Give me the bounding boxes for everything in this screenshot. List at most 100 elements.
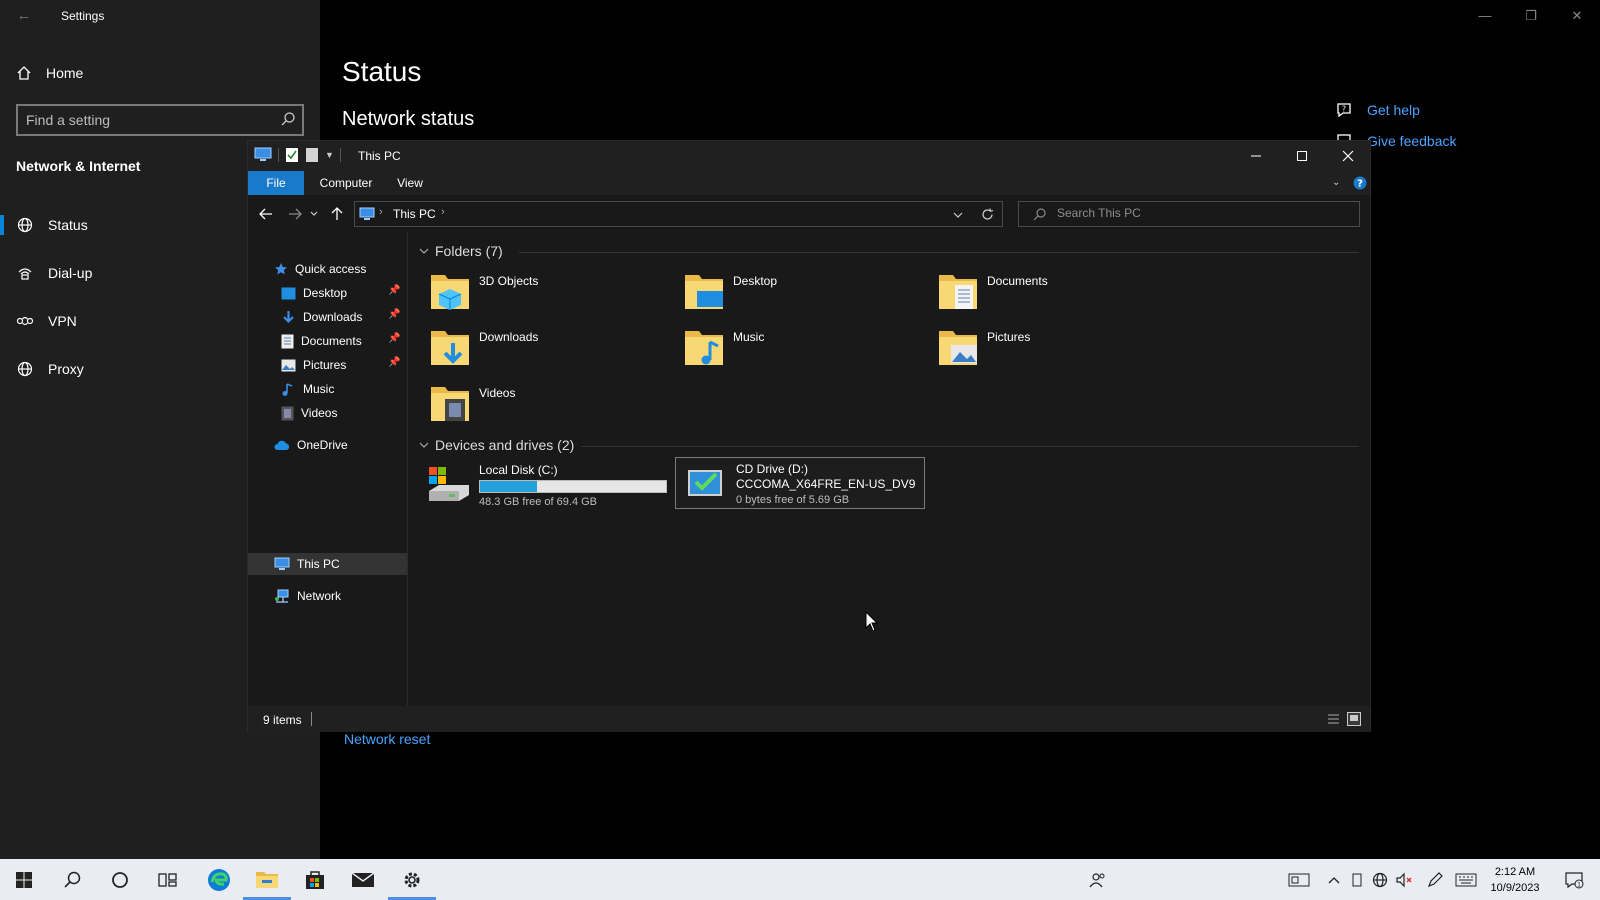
help-icon[interactable]: ? xyxy=(1353,176,1367,190)
minimize-icon xyxy=(1251,155,1261,157)
breadcrumb-chevron-icon[interactable]: › xyxy=(379,206,383,218)
tree-item-label: Downloads xyxy=(303,310,363,324)
action-center-button[interactable]: 1 xyxy=(1557,859,1591,900)
tree-item-label: Desktop xyxy=(303,286,348,300)
home-label: Home xyxy=(46,65,84,81)
keyboard-layout-icon xyxy=(1288,873,1310,886)
tab-computer[interactable]: Computer xyxy=(310,171,382,195)
drive-tile-cd-drive-d[interactable]: CD Drive (D:) CCCOMA_X64FRE_EN-US_DV9 0 … xyxy=(675,457,925,509)
address-history-chevron-icon[interactable] xyxy=(953,212,963,218)
back-arrow-icon xyxy=(259,208,272,220)
taskbar-file-explorer[interactable] xyxy=(243,859,291,900)
start-button[interactable] xyxy=(0,859,48,900)
explorer-close-button[interactable] xyxy=(1325,141,1371,171)
folder-tile-downloads[interactable]: Downloads xyxy=(419,321,659,371)
up-button[interactable] xyxy=(327,205,347,223)
recent-locations-button[interactable] xyxy=(307,205,321,223)
forward-button[interactable] xyxy=(285,205,305,223)
back-arrow-icon[interactable]: ← xyxy=(14,6,34,26)
touch-keyboard-button[interactable] xyxy=(1453,859,1479,900)
search-icon[interactable] xyxy=(280,111,296,127)
nav-item-label: VPN xyxy=(48,313,77,329)
folder-tile-desktop[interactable]: Desktop xyxy=(673,265,913,315)
chevron-down-icon xyxy=(310,211,318,216)
network-tray-button[interactable] xyxy=(1370,859,1390,900)
tree-item-network[interactable]: Network xyxy=(274,585,341,607)
tree-item-desktop[interactable]: Desktop xyxy=(281,282,347,304)
mail-icon xyxy=(351,871,375,887)
taskbar-mail[interactable] xyxy=(339,859,387,900)
chevron-up-icon xyxy=(1328,876,1340,883)
breadcrumb-chevron-icon[interactable]: › xyxy=(441,206,445,218)
refresh-icon[interactable] xyxy=(981,208,994,221)
tree-item-music[interactable]: Music xyxy=(281,378,334,400)
input-indicator[interactable] xyxy=(1286,859,1312,900)
explorer-search-input[interactable] xyxy=(1057,206,1337,220)
this-pc-icon xyxy=(274,557,290,570)
tree-item-videos[interactable]: Videos xyxy=(281,402,337,424)
taskbar-search-button[interactable] xyxy=(48,859,96,900)
folder-tile-videos[interactable]: Videos xyxy=(419,377,659,427)
details-view-icon[interactable] xyxy=(1327,713,1340,725)
explorer-maximize-button[interactable] xyxy=(1279,141,1325,171)
new-folder-icon[interactable] xyxy=(305,147,319,163)
find-setting-search[interactable] xyxy=(16,104,304,136)
folder-tile-3d-objects[interactable]: 3D Objects xyxy=(419,265,659,315)
settings-restore-button[interactable]: ❐ xyxy=(1519,6,1543,26)
tree-item-documents[interactable]: Documents xyxy=(281,330,362,352)
folders-group-label: Folders (7) xyxy=(435,243,503,259)
this-pc-icon xyxy=(254,147,272,161)
store-icon xyxy=(306,870,324,889)
properties-icon[interactable] xyxy=(285,147,299,163)
get-help-link[interactable]: ? Get help xyxy=(1335,101,1420,119)
explorer-search-box[interactable] xyxy=(1018,201,1360,227)
file-explorer-icon xyxy=(256,871,278,888)
network-reset-link[interactable]: Network reset xyxy=(344,731,430,747)
folder-tile-documents[interactable]: Documents xyxy=(927,265,1167,315)
breadcrumb-this-pc[interactable]: This PC xyxy=(393,207,436,221)
settings-titlebar: ← Settings — ❐ ✕ xyxy=(0,0,1600,32)
volume-tray-button[interactable] xyxy=(1394,859,1414,900)
pictures-folder-icon xyxy=(939,331,977,365)
people-icon xyxy=(1089,872,1105,887)
search-icon xyxy=(64,871,81,888)
taskbar-edge[interactable] xyxy=(195,859,243,900)
tab-view[interactable]: View xyxy=(388,171,432,195)
explorer-minimize-button[interactable] xyxy=(1233,141,1279,171)
tray-device[interactable] xyxy=(1348,859,1366,900)
find-setting-input[interactable] xyxy=(26,111,266,129)
task-view-button[interactable] xyxy=(144,859,192,900)
expand-ribbon-chevron-icon[interactable]: ⌄ xyxy=(1332,177,1340,188)
drives-group-header[interactable]: Devices and drives (2) xyxy=(419,437,574,453)
folder-tile-music[interactable]: Music xyxy=(673,321,913,371)
taskbar-clock[interactable]: 2:12 AM 10/9/2023 xyxy=(1478,864,1552,896)
drive-tile-local-disk-c[interactable]: Local Disk (C:) 48.3 GB free of 69.4 GB xyxy=(419,459,669,511)
back-button[interactable] xyxy=(256,205,276,223)
settings-close-button[interactable]: ✕ xyxy=(1565,6,1589,26)
tree-item-label: Documents xyxy=(301,334,362,348)
settings-home-link[interactable]: Home xyxy=(16,62,83,84)
settings-minimize-button[interactable]: — xyxy=(1473,6,1497,26)
taskbar-settings[interactable] xyxy=(388,859,436,900)
nav-item-label: Proxy xyxy=(48,361,84,377)
onedrive-cloud-icon xyxy=(274,440,290,450)
people-button[interactable] xyxy=(1086,859,1110,900)
videos-folder-icon xyxy=(431,387,469,421)
folders-group-header[interactable]: Folders (7) xyxy=(419,243,503,259)
tab-file[interactable]: File xyxy=(248,171,304,195)
customize-toolbar-chevron-icon[interactable]: ▼ xyxy=(325,150,334,160)
large-icons-view-icon[interactable] xyxy=(1347,712,1361,726)
tree-item-this-pc[interactable]: This PC xyxy=(274,553,340,575)
pen-workspace-button[interactable] xyxy=(1424,859,1446,900)
taskbar-store[interactable] xyxy=(291,859,339,900)
tree-item-onedrive[interactable]: OneDrive xyxy=(274,434,348,456)
tree-item-quick-access[interactable]: Quick access xyxy=(274,258,366,280)
address-bar[interactable]: › This PC › xyxy=(354,201,1003,227)
3d-objects-folder-icon xyxy=(431,275,469,310)
tree-item-downloads[interactable]: Downloads xyxy=(281,306,362,328)
folder-tile-pictures[interactable]: Pictures xyxy=(927,321,1167,371)
mouse-cursor-icon xyxy=(865,611,879,632)
cortana-button[interactable] xyxy=(96,859,144,900)
show-hidden-icons-button[interactable] xyxy=(1325,859,1343,900)
tree-item-pictures[interactable]: Pictures xyxy=(281,354,346,376)
